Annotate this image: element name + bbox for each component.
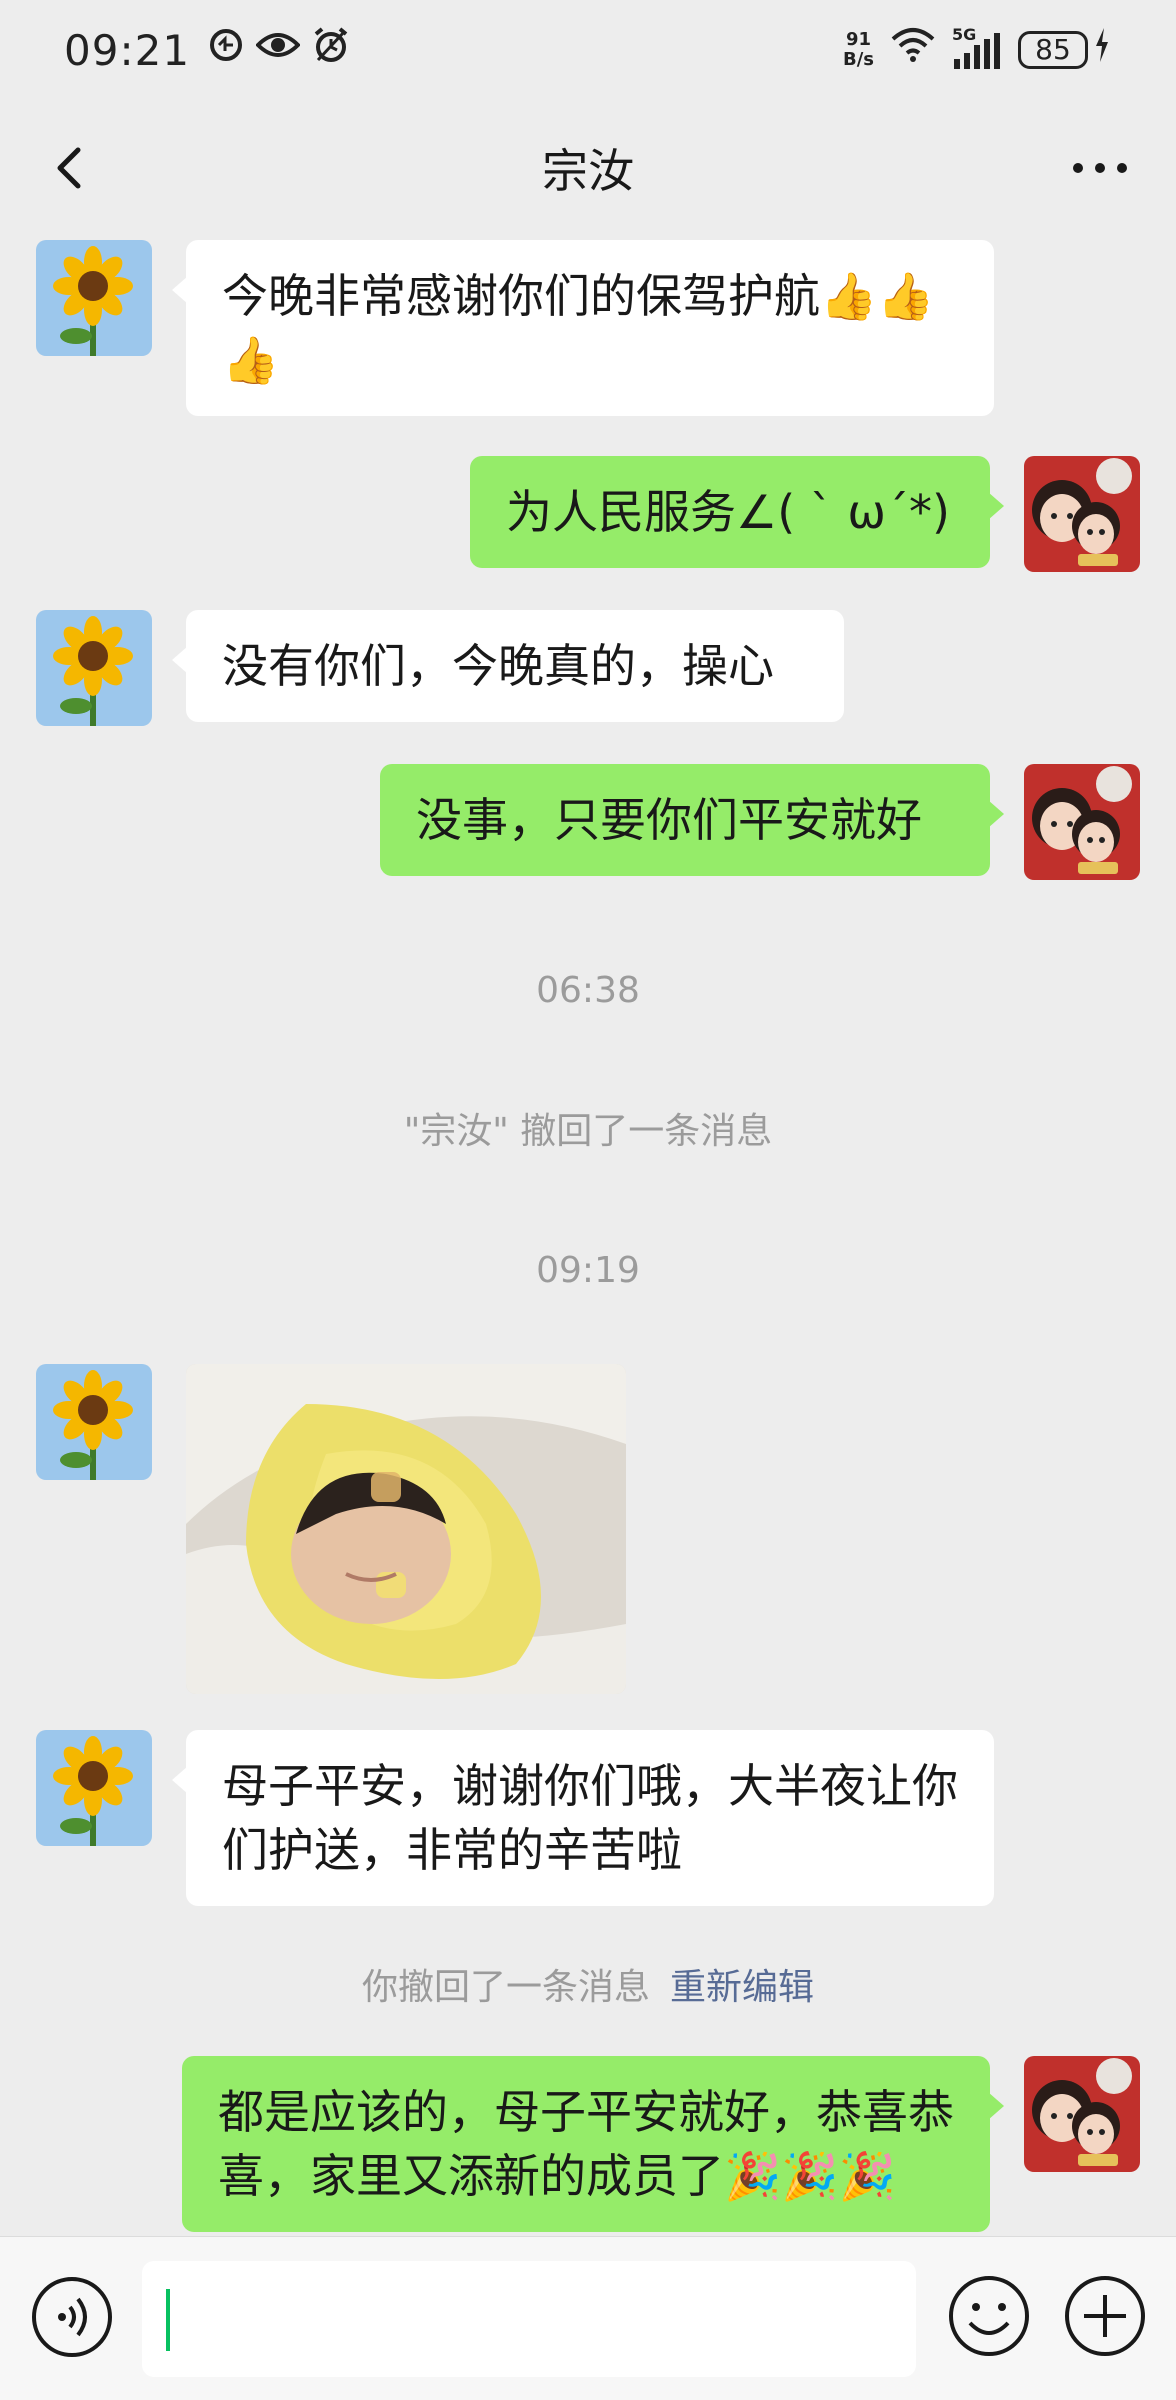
message-text: 没事，只要你们平安就好: [416, 793, 922, 847]
image-message[interactable]: [186, 1364, 626, 1694]
message-bubble-incoming[interactable]: 今晚非常感谢你们的保驾护航👍👍👍: [172, 240, 994, 416]
battery: 85: [1018, 26, 1112, 74]
net-speed-value: 91: [845, 29, 872, 50]
emoji-icon[interactable]: [946, 2273, 1032, 2359]
message-text: 母子平安，谢谢你们哦，大半夜让你们护送，非常的辛苦啦: [222, 1759, 958, 1877]
message-input[interactable]: [142, 2261, 916, 2377]
chat-title: 宗汝: [542, 144, 634, 198]
text-caret: [166, 2289, 170, 2351]
message-text: 没有你们，今晚真的，操心: [222, 639, 774, 693]
message-text: 今晚非常感谢你们的保驾护航👍👍👍: [222, 269, 935, 387]
plus-icon[interactable]: [1062, 2273, 1148, 2359]
message-bubble-outgoing[interactable]: 都是应该的，母子平安就好，恭喜恭喜，家里又添新的成员了🎉🎉🎉: [182, 2056, 1004, 2232]
re-edit-link[interactable]: 重新编辑: [670, 1967, 814, 2008]
net-speed: 91 B/s: [843, 30, 874, 70]
message-timestamp: 06:38: [536, 970, 640, 1011]
recalled-notice-text: 你撤回了一条消息: [361, 1967, 650, 2008]
status-right: 91 B/s 5G 85: [843, 25, 1112, 74]
message-bubble-outgoing[interactable]: 没事，只要你们平安就好: [380, 764, 1004, 876]
chat-message-list[interactable]: 今晚非常感谢你们的保驾护航👍👍👍 为人民服务∠( ˋ ω´*) 没有你们，今晚真…: [0, 236, 1176, 2236]
message-bubble-incoming[interactable]: 没有你们，今晚真的，操心: [172, 610, 844, 722]
eye-icon: [255, 27, 301, 73]
contact-avatar[interactable]: [36, 1730, 152, 1846]
wifi-icon: [890, 27, 936, 73]
alarm-icon: [312, 26, 350, 74]
my-avatar[interactable]: [1024, 2056, 1140, 2172]
chat-input-bar: [0, 2236, 1176, 2400]
voice-icon[interactable]: [30, 2275, 114, 2359]
status-bar: 09:21 91 B/s 5G 85: [0, 0, 1176, 100]
battery-level: 85: [1018, 31, 1088, 69]
status-time: 09:21: [64, 25, 191, 75]
net-speed-unit: B/s: [842, 49, 874, 70]
my-avatar[interactable]: [1024, 456, 1140, 572]
status-left-icons: [208, 26, 350, 74]
more-dots-icon[interactable]: [1064, 140, 1136, 196]
self-recalled-notice: 你撤回了一条消息 重新编辑: [0, 1958, 1176, 2010]
message-text: 都是应该的，母子平安就好，恭喜恭喜，家里又添新的成员了🎉🎉🎉: [218, 2085, 954, 2203]
recalled-notice: "宗汝" 撤回了一条消息: [403, 1111, 773, 1152]
chat-header: 宗汝: [0, 100, 1176, 236]
network-type-label: 5G: [952, 25, 977, 44]
message-text: 为人民服务∠( ˋ ω´*): [506, 485, 950, 539]
contact-avatar[interactable]: [36, 1364, 152, 1480]
message-bubble-outgoing[interactable]: 为人民服务∠( ˋ ω´*): [470, 456, 1004, 568]
contact-avatar[interactable]: [36, 240, 152, 356]
charging-icon: [1092, 26, 1112, 74]
message-timestamp: 09:19: [536, 1250, 640, 1291]
notification-icon: [208, 27, 244, 73]
contact-avatar[interactable]: [36, 610, 152, 726]
message-bubble-incoming[interactable]: 母子平安，谢谢你们哦，大半夜让你们护送，非常的辛苦啦: [172, 1730, 994, 1906]
signal-icon: 5G: [952, 25, 1002, 69]
back-chevron-icon[interactable]: [40, 136, 104, 200]
my-avatar[interactable]: [1024, 764, 1140, 880]
